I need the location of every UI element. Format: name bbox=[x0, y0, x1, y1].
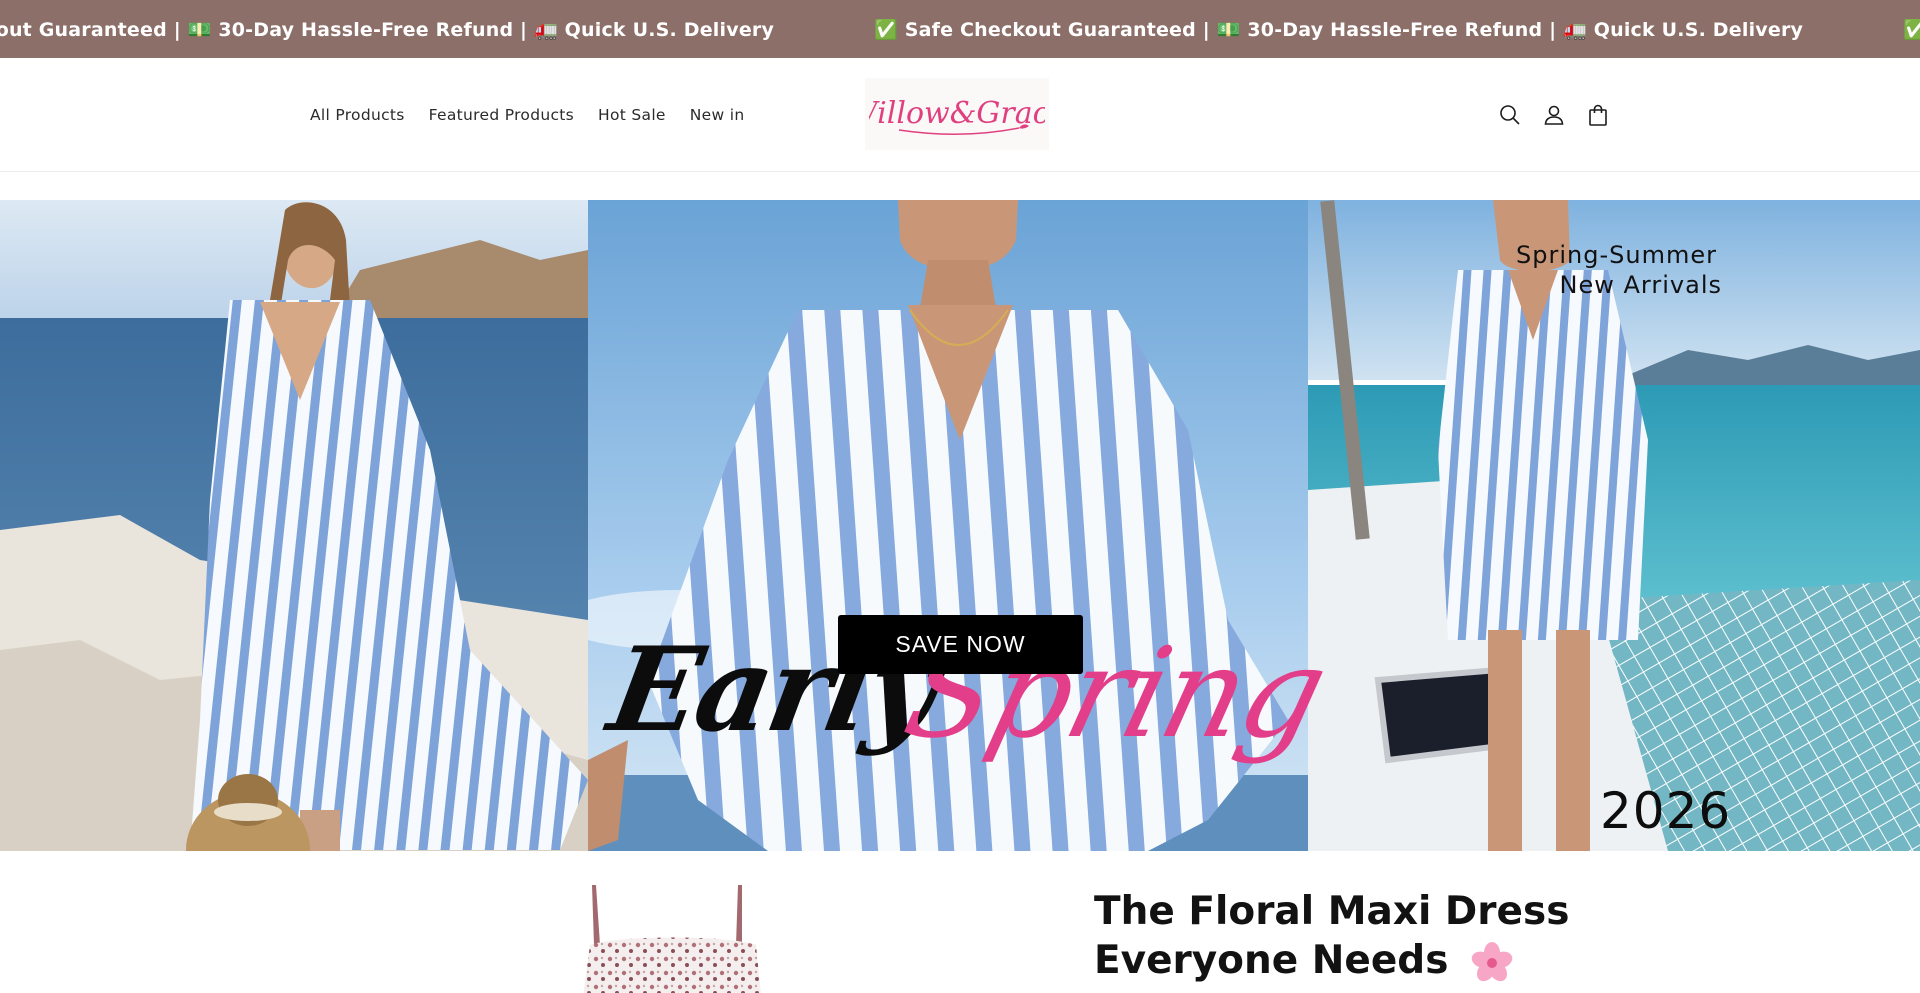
search-icon[interactable] bbox=[1496, 101, 1524, 129]
announcement-item: ✅ Safe Checkout Guaranteed | 💵 30-Day Ha… bbox=[0, 18, 775, 41]
brand-logo[interactable]: Willow&Grace bbox=[865, 78, 1049, 150]
nav-featured-products[interactable]: Featured Products bbox=[429, 106, 574, 124]
announcement-item: ✅ Safe Checkout Guaranteed | 💵 30-Day Ha… bbox=[1903, 18, 1920, 41]
header-icons bbox=[1496, 58, 1628, 172]
hero-year: 2026 bbox=[1600, 782, 1732, 840]
announcement-marquee: ✅ Safe Checkout Guaranteed | 💵 30-Day Ha… bbox=[0, 0, 1920, 58]
main-nav: All Products Featured Products Hot Sale … bbox=[310, 58, 768, 172]
site-header: All Products Featured Products Hot Sale … bbox=[0, 58, 1920, 172]
floral-dress-thumbnail[interactable] bbox=[578, 885, 764, 993]
promo-section: The Floral Maxi Dress Everyone Needs bbox=[0, 851, 1920, 993]
nav-new-in[interactable]: New in bbox=[690, 106, 745, 124]
nav-hot-sale[interactable]: Hot Sale bbox=[598, 106, 666, 124]
cart-icon[interactable] bbox=[1584, 101, 1612, 129]
brand-logo-wordmark: Willow&Grace bbox=[869, 96, 1045, 135]
promo-title-line-1: The Floral Maxi Dress bbox=[1094, 889, 1570, 934]
announcement-bar: ✅ Safe Checkout Guaranteed | 💵 30-Day Ha… bbox=[0, 0, 1920, 58]
account-icon[interactable] bbox=[1540, 101, 1568, 129]
season-line-2: New Arrivals bbox=[1559, 271, 1722, 299]
season-line-1: Spring-Summer bbox=[1516, 241, 1717, 269]
save-now-button[interactable]: SAVE NOW bbox=[838, 615, 1083, 674]
hero-image-left bbox=[0, 200, 588, 851]
season-caption: Spring-Summer New Arrivals bbox=[1500, 240, 1722, 300]
svg-text:Willow&Grace: Willow&Grace bbox=[869, 96, 1045, 131]
cherry-blossom-icon bbox=[1471, 941, 1513, 981]
promo-title-line-2: Everyone Needs bbox=[1094, 938, 1449, 983]
promo-title: The Floral Maxi Dress Everyone Needs bbox=[1094, 887, 1569, 985]
announcement-item: ✅ Safe Checkout Guaranteed | 💵 30-Day Ha… bbox=[874, 18, 1804, 41]
nav-all-products[interactable]: All Products bbox=[310, 106, 405, 124]
